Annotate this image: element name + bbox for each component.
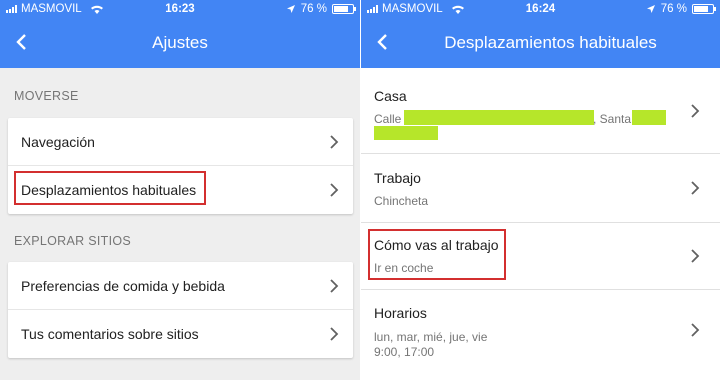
chevron-right-icon [691,249,700,263]
schedule-days: lun, mar, mié, jue, vie [374,330,488,344]
redacted-city [632,110,666,125]
chevron-right-icon [691,323,700,337]
location-arrow-icon [646,5,655,13]
address-prefix: Calle [374,112,402,126]
commute-item-title: Trabajo [374,170,421,186]
status-bar: MASMOVIL 16:24 76 % [361,0,720,18]
battery-icon [692,4,716,14]
section-header-explorar: EXPLORAR SITIOS [14,234,132,248]
section-header-moverse: MOVERSE [14,89,79,103]
redacted-street [404,110,594,125]
schedule-times: 9:00, 17:00 [374,345,435,359]
chevron-right-icon [330,327,339,341]
commute-item-trabajo[interactable]: Trabajo Chincheta [361,154,720,223]
address-mid: , Santa [593,112,632,126]
chevron-right-icon [330,134,339,149]
page-title: Ajustes [152,33,208,52]
chevron-right-icon [691,103,700,118]
commute-item-title: Casa [374,88,407,104]
settings-item-navegacion[interactable]: Navegación [8,118,353,166]
chevron-right-icon [330,278,339,293]
commute-screen: MASMOVIL 16:24 76 % Desplazamientos habi… [361,0,720,380]
highlight-box [14,171,206,205]
settings-item-label: Preferencias de comida y bebida [21,277,225,294]
location-arrow-icon [286,5,295,13]
battery-icon [332,4,356,14]
explorar-card: Preferencias de comida y bebida Tus come… [8,262,353,358]
battery-label: 76 % [300,3,327,15]
status-bar: MASMOVIL 16:23 76 % [0,0,360,18]
highlight-box [368,229,506,280]
settings-item-label: Navegación [21,133,95,150]
settings-screen: MASMOVIL 16:23 76 % Ajustes MOVERSE Nave… [0,0,360,380]
settings-item-label: Tus comentarios sobre sitios [21,326,199,342]
redacted-line2 [374,126,438,140]
commute-item-casa[interactable]: Casa Calle , Santa [361,68,720,154]
commute-item-title: Horarios [374,305,427,321]
chevron-right-icon [691,181,700,195]
battery-label: 76 % [660,3,687,15]
app-bar: MASMOVIL 16:24 76 % Desplazamientos habi… [361,0,720,68]
commute-item-subtitle: Chincheta [374,194,429,208]
settings-item-preferencias[interactable]: Preferencias de comida y bebida [8,262,353,310]
settings-item-comentarios[interactable]: Tus comentarios sobre sitios [8,310,353,358]
app-bar: MASMOVIL 16:23 76 % Ajustes [0,0,360,68]
chevron-right-icon [330,183,339,197]
page-title: Desplazamientos habituales [444,33,657,52]
commute-item-horarios[interactable]: Horarios lun, mar, mié, jue, vie 9:00, 1… [361,290,720,380]
